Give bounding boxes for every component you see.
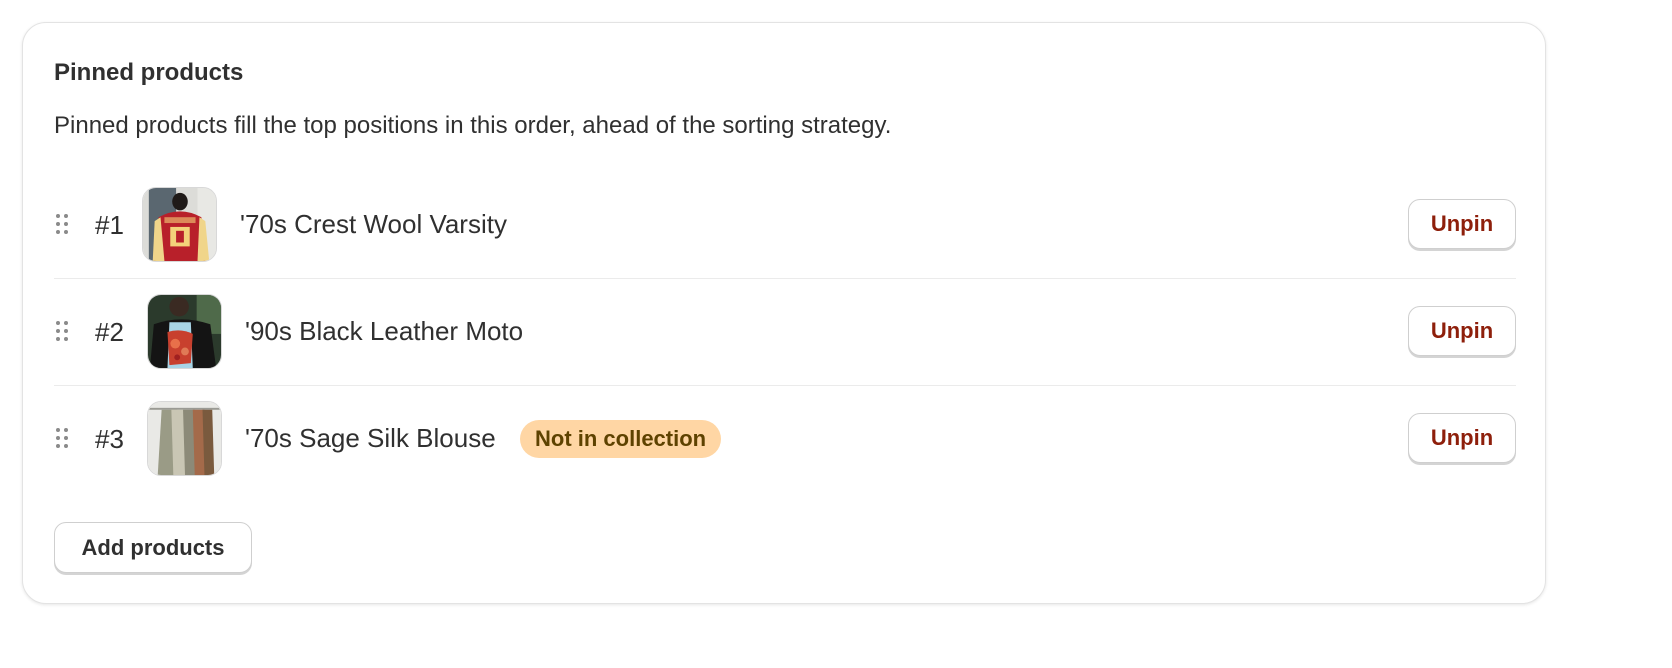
pin-position: #2 [95, 317, 124, 347]
pin-position: #3 [95, 424, 124, 454]
drag-handle-icon[interactable] [54, 427, 70, 449]
unpin-button[interactable]: Unpin [1408, 413, 1516, 463]
pinned-product-row[interactable]: #2 '90s Black Leather Moto Unpin [54, 279, 1516, 386]
product-name[interactable]: '70s Crest Wool Varsity [240, 208, 507, 240]
product-name[interactable]: '70s Sage Silk Blouse [245, 422, 496, 454]
pinned-product-row[interactable]: #1 '70s Crest Wool Varsity Unpin [54, 172, 1516, 279]
drag-handle-icon[interactable] [54, 320, 70, 342]
drag-handle-icon[interactable] [54, 213, 70, 235]
card-title: Pinned products [54, 59, 244, 86]
pinned-products-list: #1 '70s Crest Wool Varsity Unpin #2 '90s… [54, 172, 1516, 492]
unpin-button[interactable]: Unpin [1408, 306, 1516, 356]
red-varsity-jacket-photo [143, 188, 216, 261]
unpin-button[interactable]: Unpin [1408, 199, 1516, 249]
pinned-product-row[interactable]: #3 '70s Sage Silk Blouse Not in collecti… [54, 386, 1516, 492]
not-in-collection-badge: Not in collection [520, 420, 722, 458]
product-thumbnail [147, 401, 222, 476]
card-description: Pinned products fill the top positions i… [54, 112, 892, 139]
product-thumbnail [147, 294, 222, 369]
product-thumbnail [142, 187, 217, 262]
pinned-products-card: Pinned products Pinned products fill the… [22, 22, 1546, 604]
hanging-blouses-photo [148, 402, 221, 475]
product-name[interactable]: '90s Black Leather Moto [245, 315, 523, 347]
add-products-button[interactable]: Add products [54, 522, 252, 573]
black-leather-jacket-photo [148, 295, 221, 368]
pin-position: #1 [95, 210, 124, 240]
